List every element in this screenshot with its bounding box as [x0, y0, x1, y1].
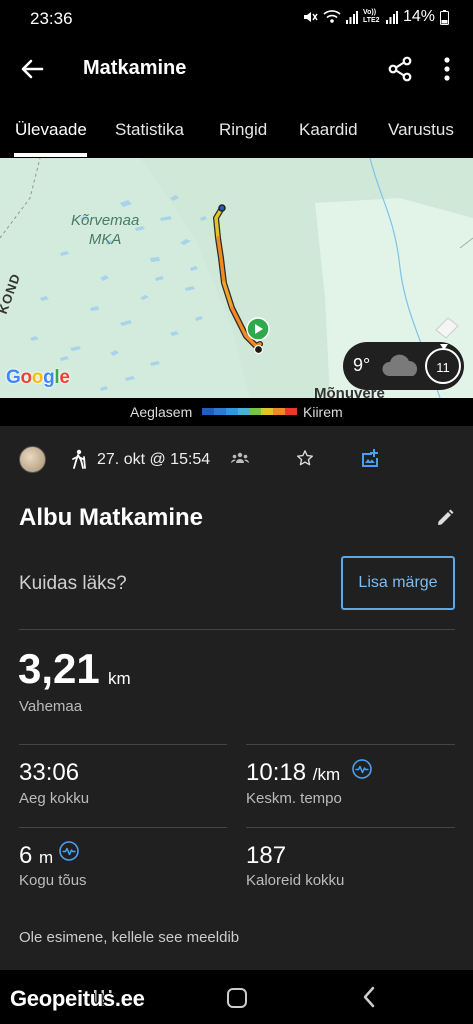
speed-color-segment: [261, 408, 274, 415]
battery-charging-icon: [440, 9, 449, 25]
elevation-chart-icon[interactable]: [59, 841, 79, 861]
weather-badge[interactable]: 9° 11: [343, 342, 464, 390]
signal-icon: [345, 11, 358, 24]
status-bar: 23:36 Vo)) LTE2 14%: [0, 0, 473, 36]
signal-icon: [385, 11, 398, 24]
avatar[interactable]: [19, 446, 46, 473]
group-icon[interactable]: [231, 452, 249, 464]
distance-label: Vahemaa: [19, 698, 83, 715]
total-ascent-unit: m: [39, 848, 54, 867]
active-tab-indicator: [14, 153, 87, 157]
speed-color-segment: [202, 408, 214, 415]
google-attribution: Google: [6, 367, 70, 388]
app-bar: Matkamine: [0, 36, 473, 102]
system-nav-bar: Geopeitus.ee: [0, 970, 473, 1024]
likes-text[interactable]: Ole esimene, kellele see meeldib: [19, 929, 239, 946]
heart-rate-chart-icon[interactable]: [352, 759, 372, 779]
battery-percent: 14%: [402, 8, 435, 25]
total-ascent-value: 6 m: [19, 842, 53, 870]
distance-value: 3,21: [18, 645, 100, 692]
star-icon[interactable]: [296, 449, 314, 467]
route-map[interactable]: Kõrvemaa MKA KOND Mõnuvere Google 9° 11: [0, 158, 473, 398]
activity-date: 27. okt @ 15:54: [97, 451, 211, 468]
finish-marker-icon: [253, 344, 264, 355]
hiking-icon: [72, 449, 86, 469]
total-time-value: 33:06: [19, 759, 80, 786]
home-icon[interactable]: [227, 988, 247, 1008]
tab-bar: Ülevaade Statistika Ringid Kaardid Varus…: [0, 102, 473, 158]
more-vert-icon[interactable]: [438, 54, 456, 84]
page-title: Matkamine: [83, 57, 187, 79]
weather-temperature: 9°: [353, 355, 371, 375]
total-ascent-number: 6: [19, 842, 33, 869]
tab-maps[interactable]: Kaardid: [299, 120, 358, 140]
tab-laps[interactable]: Ringid: [219, 120, 267, 140]
add-note-button[interactable]: Lisa märge: [341, 556, 455, 610]
map-area-label: Kõrvemaa MKA: [71, 211, 139, 249]
speed-color-segment: [273, 408, 286, 415]
divider: [19, 629, 455, 630]
map-area-label-line2: MKA: [88, 231, 122, 248]
wifi-icon: [323, 10, 341, 23]
avg-pace-unit: /km: [312, 765, 341, 784]
wind-direction-icon: [440, 344, 448, 350]
watermark: Geopeitus.ee: [10, 986, 145, 1011]
start-marker-icon: [246, 317, 270, 341]
speed-color-segment: [285, 408, 297, 415]
cloud-icon: [382, 354, 418, 376]
activity-summary: 27. okt @ 15:54 Albu Matkamine Kuidas lä…: [0, 426, 473, 970]
distance-unit: km: [108, 669, 131, 688]
status-icons: Vo)) LTE2 14%: [302, 8, 449, 26]
share-icon[interactable]: [386, 55, 414, 83]
divider: [19, 827, 227, 828]
wind-speed: 11: [436, 360, 450, 375]
tab-statistics[interactable]: Statistika: [115, 120, 184, 140]
feeling-prompt: Kuidas läks?: [19, 573, 127, 594]
back-arrow-icon[interactable]: [18, 56, 46, 82]
avg-pace-label: Keskm. tempo: [246, 790, 342, 807]
edit-pencil-icon[interactable]: [436, 509, 454, 527]
speed-color-bar: [202, 408, 297, 415]
network-label: Vo)) LTE2: [362, 9, 380, 24]
activity-title: Albu Matkamine: [19, 504, 204, 531]
avg-pace-value: 10:18 /km: [246, 759, 340, 787]
speed-color-segment: [249, 408, 262, 415]
tab-overview[interactable]: Ülevaade: [15, 120, 87, 140]
divider: [19, 744, 227, 745]
speed-color-segment: [237, 408, 250, 415]
total-time-label: Aeg kokku: [19, 790, 90, 807]
calories-label: Kaloreid kokku: [246, 872, 345, 889]
calories-value: 187: [246, 842, 287, 869]
total-ascent-label: Kogu tõus: [19, 872, 87, 889]
status-time: 23:36: [30, 9, 73, 28]
speed-legend: Aeglasem Kiirem: [0, 398, 473, 426]
add-photo-icon[interactable]: [360, 449, 380, 469]
mute-icon: [303, 12, 318, 22]
nav-back-icon[interactable]: [362, 986, 376, 1008]
legend-fast-label: Kiirem: [303, 404, 343, 420]
divider: [246, 827, 455, 828]
map-area-label-line1: Kõrvemaa: [71, 212, 140, 229]
tab-gear[interactable]: Varustus: [388, 120, 454, 140]
legend-slow-label: Aeglasem: [130, 404, 193, 420]
speed-color-segment: [225, 408, 238, 415]
speed-color-segment: [213, 408, 226, 415]
wind-indicator: 11: [425, 344, 461, 384]
divider: [246, 744, 455, 745]
avg-pace-number: 10:18: [246, 759, 307, 786]
